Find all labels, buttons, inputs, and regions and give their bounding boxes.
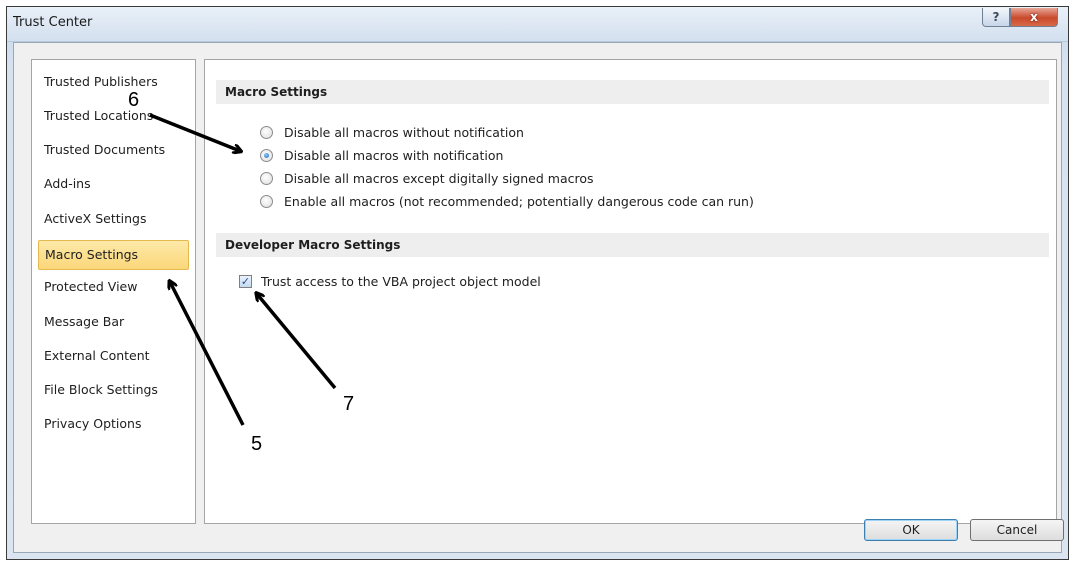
sidebar-item-privacy-options[interactable]: Privacy Options (38, 409, 189, 439)
radio-button[interactable] (260, 194, 273, 208)
annotation-number-six: 6 (128, 89, 140, 111)
sidebar-item-trusted-documents[interactable]: Trusted Documents (38, 135, 189, 165)
title-bar[interactable]: Trust Center ? x (7, 7, 1068, 42)
settings-panel: Macro Settings Disable all macros withou… (204, 59, 1057, 524)
sidebar-item-trusted-locations[interactable]: Trusted Locations (38, 101, 189, 131)
radio-disable-without-notification[interactable]: Disable all macros without notification (260, 122, 524, 142)
radio-disable-with-notification[interactable]: Disable all macros with notification (260, 145, 503, 165)
radio-label: Disable all macros with notification (284, 147, 504, 163)
vba-trust-label: Trust access to the VBA project object m… (261, 273, 541, 289)
dialog-client-area: Trusted Publishers Trusted Locations Tru… (13, 42, 1062, 553)
radio-label: Enable all macros (not recommended; pote… (284, 193, 754, 209)
trust-center-window: Trust Center ? x Trusted Publishers Trus… (6, 6, 1069, 560)
radio-button[interactable] (260, 171, 273, 185)
radio-disable-except-signed[interactable]: Disable all macros except digitally sign… (260, 168, 594, 188)
annotation-number-five: 5 (251, 433, 263, 455)
sidebar: Trusted Publishers Trusted Locations Tru… (31, 59, 196, 524)
help-button[interactable]: ? (982, 8, 1010, 27)
sidebar-item-trusted-publishers[interactable]: Trusted Publishers (38, 67, 189, 97)
close-button[interactable]: x (1010, 8, 1058, 27)
sidebar-item-activex-settings[interactable]: ActiveX Settings (38, 204, 189, 234)
sidebar-item-external-content[interactable]: External Content (38, 341, 189, 371)
radio-button-selected[interactable] (260, 148, 273, 162)
annotation-number-seven: 7 (343, 393, 355, 415)
cancel-button[interactable]: Cancel (970, 519, 1064, 541)
radio-label: Disable all macros without notification (284, 124, 524, 140)
sidebar-item-message-bar[interactable]: Message Bar (38, 307, 189, 337)
vba-trust-checkbox[interactable]: ✓ (239, 274, 252, 288)
macro-settings-header: Macro Settings (216, 80, 1049, 104)
ok-button[interactable]: OK (864, 519, 958, 541)
radio-enable-all-macros[interactable]: Enable all macros (not recommended; pote… (260, 191, 754, 211)
radio-button[interactable] (260, 125, 273, 139)
sidebar-item-add-ins[interactable]: Add-ins (38, 169, 189, 199)
sidebar-item-macro-settings[interactable]: Macro Settings (38, 240, 189, 270)
sidebar-item-protected-view[interactable]: Protected View (38, 272, 189, 302)
window-title: Trust Center (13, 15, 93, 30)
sidebar-item-file-block-settings[interactable]: File Block Settings (38, 375, 189, 405)
vba-trust-checkbox-row[interactable]: ✓ Trust access to the VBA project object… (239, 271, 541, 291)
radio-label: Disable all macros except digitally sign… (284, 170, 594, 186)
developer-macro-settings-header: Developer Macro Settings (216, 233, 1049, 257)
